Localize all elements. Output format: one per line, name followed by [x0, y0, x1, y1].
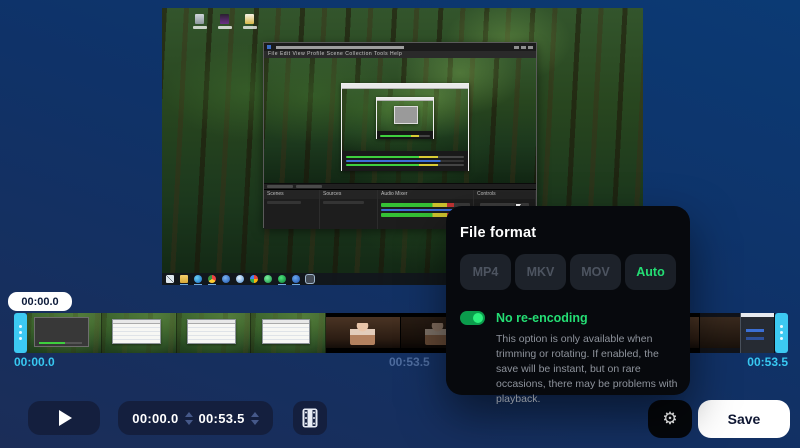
obs-sources-dock: Sources — [320, 190, 378, 229]
minimize-icon — [514, 46, 519, 49]
no-reencoding-description: This option is only available when trimm… — [496, 332, 680, 407]
windows-start-icon — [166, 275, 174, 283]
play-icon — [59, 410, 72, 426]
obs-scenes-dock: Scenes — [264, 190, 320, 229]
nested-capture-window-3 — [394, 106, 418, 124]
no-reencoding-toggle[interactable] — [460, 311, 485, 325]
toggle-knob — [473, 313, 483, 323]
end-time-input[interactable]: 00:53.5 — [199, 411, 245, 426]
timeline-thumbnail[interactable] — [102, 313, 177, 353]
obs-titlebar — [264, 43, 536, 51]
end-time-stepper[interactable] — [251, 412, 259, 425]
timeline-start-label: 00:00.0 — [14, 355, 55, 369]
nested-capture-window-1 — [341, 83, 469, 171]
timeline-thumbnail[interactable] — [700, 313, 775, 353]
timeline-thumbnail[interactable] — [326, 313, 401, 353]
gear-icon: ⚙ — [662, 411, 677, 428]
format-button-mp4[interactable]: MP4 — [460, 254, 511, 290]
trim-start-tooltip: 00:00.0 — [8, 292, 72, 311]
format-button-mov[interactable]: MOV — [570, 254, 621, 290]
file-explorer-icon — [180, 275, 188, 283]
taskbar-app-icon — [250, 275, 258, 283]
timeline-duration-label: 00:53.5 — [389, 355, 430, 369]
time-range-box: 00:00.0 00:53.5 — [118, 401, 273, 435]
play-button[interactable] — [28, 401, 100, 435]
document-icon — [242, 14, 257, 29]
timeline-thumbnail[interactable] — [177, 313, 252, 353]
file-format-popup: File format MP4 MKV MOV Auto No re-encod… — [446, 206, 690, 395]
taskbar-app-icon — [222, 275, 230, 283]
recorder-app-icon — [306, 275, 314, 283]
edge-browser-icon — [194, 275, 202, 283]
captured-obs-window: File Edit View Profile Scene Collection … — [263, 42, 537, 228]
frame-tool-button[interactable] — [293, 401, 327, 435]
chrome-browser-icon — [208, 275, 216, 283]
timeline-end-label: 00:53.5 — [747, 355, 788, 369]
format-button-group: MP4 MKV MOV Auto — [460, 254, 676, 290]
format-button-auto[interactable]: Auto — [625, 254, 676, 290]
taskbar-app-icon — [264, 275, 272, 283]
trim-handle-left[interactable] — [14, 313, 27, 353]
no-reencoding-label: No re-encoding — [496, 311, 588, 325]
timeline-thumbnail[interactable] — [27, 313, 102, 353]
taskbar-app-icon — [236, 275, 244, 283]
captured-desktop-icons — [192, 14, 257, 29]
film-strip-icon — [302, 408, 318, 428]
popup-title: File format — [460, 225, 676, 241]
maximize-icon — [521, 46, 526, 49]
taskbar-app-icon — [292, 275, 300, 283]
video-trimmer-app: File Edit View Profile Scene Collection … — [0, 0, 800, 448]
start-time-stepper[interactable] — [185, 412, 193, 425]
taskbar-app-icon — [278, 275, 286, 283]
obs-menubar: File Edit View Profile Scene Collection … — [264, 51, 536, 58]
timeline-thumbnail[interactable] — [251, 313, 326, 353]
media-app-icon — [217, 14, 232, 29]
recycle-bin-icon — [192, 14, 207, 29]
obs-preview-canvas — [264, 58, 536, 183]
start-time-input[interactable]: 00:00.0 — [132, 411, 178, 426]
nested-capture-window-2 — [376, 97, 434, 139]
format-button-mkv[interactable]: MKV — [515, 254, 566, 290]
save-button[interactable]: Save — [698, 400, 790, 438]
obs-app-icon — [267, 45, 271, 49]
close-icon — [528, 46, 533, 49]
trim-handle-right[interactable] — [775, 313, 788, 353]
